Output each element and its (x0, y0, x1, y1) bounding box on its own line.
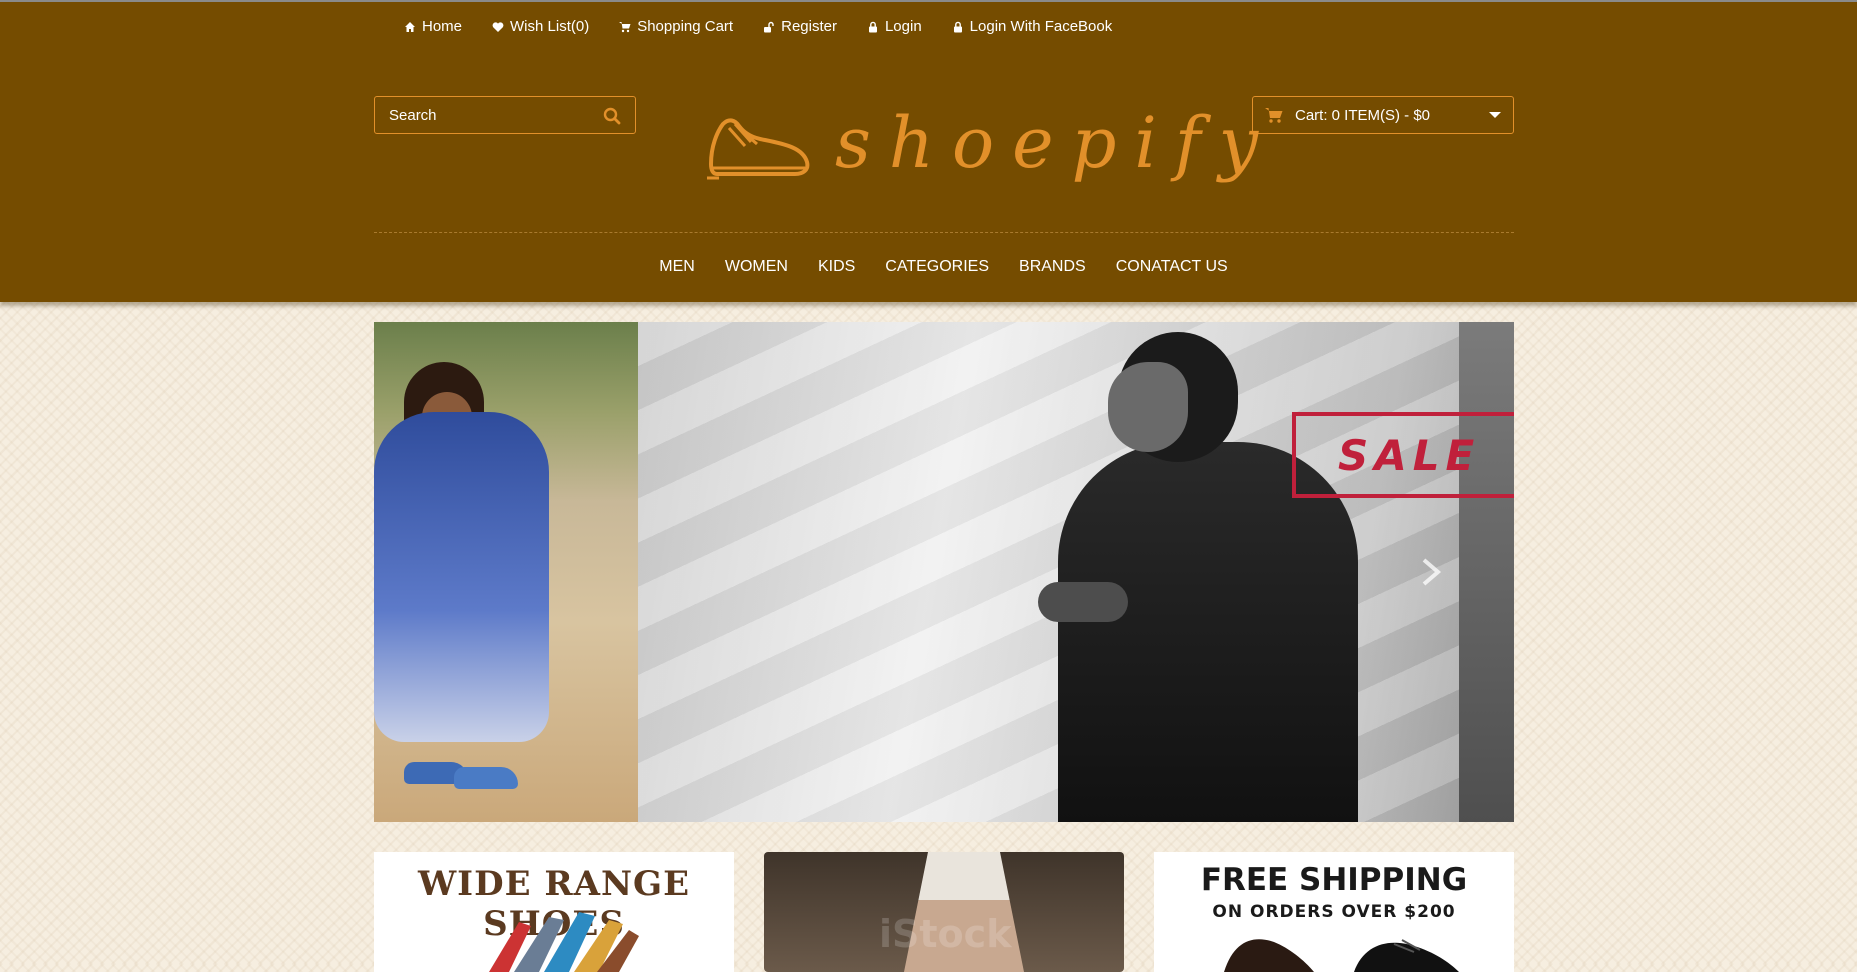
facebook-login-link-label: Login With FaceBook (969, 18, 1113, 35)
promo-wide-range[interactable]: WIDE RANGE SHOES (374, 852, 734, 972)
search-box (374, 96, 636, 134)
dress-shoes-image (1224, 939, 1459, 972)
cart-icon (619, 21, 631, 32)
login-link[interactable]: Login (867, 18, 922, 35)
runner-face (1108, 362, 1188, 452)
cart-summary: Cart: 0 ITEM(S) - $0 (1295, 106, 1431, 124)
cart-dropdown[interactable]: Cart: 0 ITEM(S) - $0 (1252, 96, 1514, 134)
search-icon[interactable] (603, 107, 621, 125)
hero-slider[interactable]: SALE (374, 322, 1514, 822)
logo-text: shoepify (835, 102, 1277, 184)
home-icon (405, 21, 415, 32)
next-slide-arrow-icon[interactable] (1419, 557, 1443, 587)
shoes-fan-image (489, 912, 639, 972)
nav-categories[interactable]: CATEGORIES (885, 258, 989, 276)
woman-tracksuit (374, 412, 549, 742)
stock-watermark: iStock (879, 912, 1012, 956)
header-divider (374, 232, 1514, 233)
free-shipping-subtitle: ON ORDERS OVER $200 (1212, 902, 1456, 922)
top-links: Home Wish List(0) Shopping Cart Register… (404, 18, 1112, 35)
nav-women[interactable]: WOMEN (725, 258, 788, 276)
shopping-cart-link-label: Shopping Cart (637, 18, 734, 35)
home-link-label: Home (422, 18, 463, 35)
runner-arm (1038, 582, 1128, 622)
login-link-label: Login (884, 18, 922, 35)
cart-icon (1265, 108, 1283, 123)
nav-men[interactable]: MEN (659, 258, 695, 276)
sneaker-icon (707, 118, 810, 180)
facebook-login-link[interactable]: Login With FaceBook (952, 18, 1113, 35)
shopping-cart-link[interactable]: Shopping Cart (619, 18, 733, 35)
heart-icon (492, 21, 504, 32)
promo-heels[interactable]: iStock (764, 852, 1124, 972)
register-link-label: Register (781, 18, 837, 35)
home-link[interactable]: Home (404, 18, 462, 35)
runner-hoodie (1058, 442, 1358, 822)
main-nav: MEN WOMEN KIDS CATEGORIES BRANDS CONATAC… (0, 258, 1857, 276)
promo-free-shipping[interactable]: FREE SHIPPING ON ORDERS OVER $200 (1154, 852, 1514, 972)
runner-figure (1038, 322, 1358, 822)
register-link[interactable]: Register (763, 18, 837, 35)
free-shipping-title: FREE SHIPPING (1200, 862, 1468, 898)
slide-edge-image (1459, 322, 1514, 822)
nav-kids[interactable]: KIDS (818, 258, 855, 276)
lock-icon (868, 21, 877, 32)
wishlist-link-label: Wish List(0) (510, 18, 590, 35)
slide-image-woman (374, 322, 638, 822)
nav-brands[interactable]: BRANDS (1019, 258, 1086, 276)
site-logo[interactable]: shoepify (705, 98, 1258, 198)
promo-banners: WIDE RANGE SHOES iStock FREE SHIPPING ON… (374, 852, 1514, 972)
nav-contact-us[interactable]: CONATACT US (1116, 258, 1228, 276)
slide-image-runner (638, 322, 1514, 822)
sneaker-right (454, 767, 518, 789)
wishlist-link[interactable]: Wish List(0) (492, 18, 589, 35)
sale-badge: SALE (1292, 412, 1514, 498)
site-header: Home Wish List(0) Shopping Cart Register… (0, 0, 1857, 302)
unlock-icon (764, 21, 774, 32)
lock-icon (953, 21, 962, 32)
search-input[interactable] (375, 105, 591, 125)
caret-down-icon (1489, 112, 1501, 118)
